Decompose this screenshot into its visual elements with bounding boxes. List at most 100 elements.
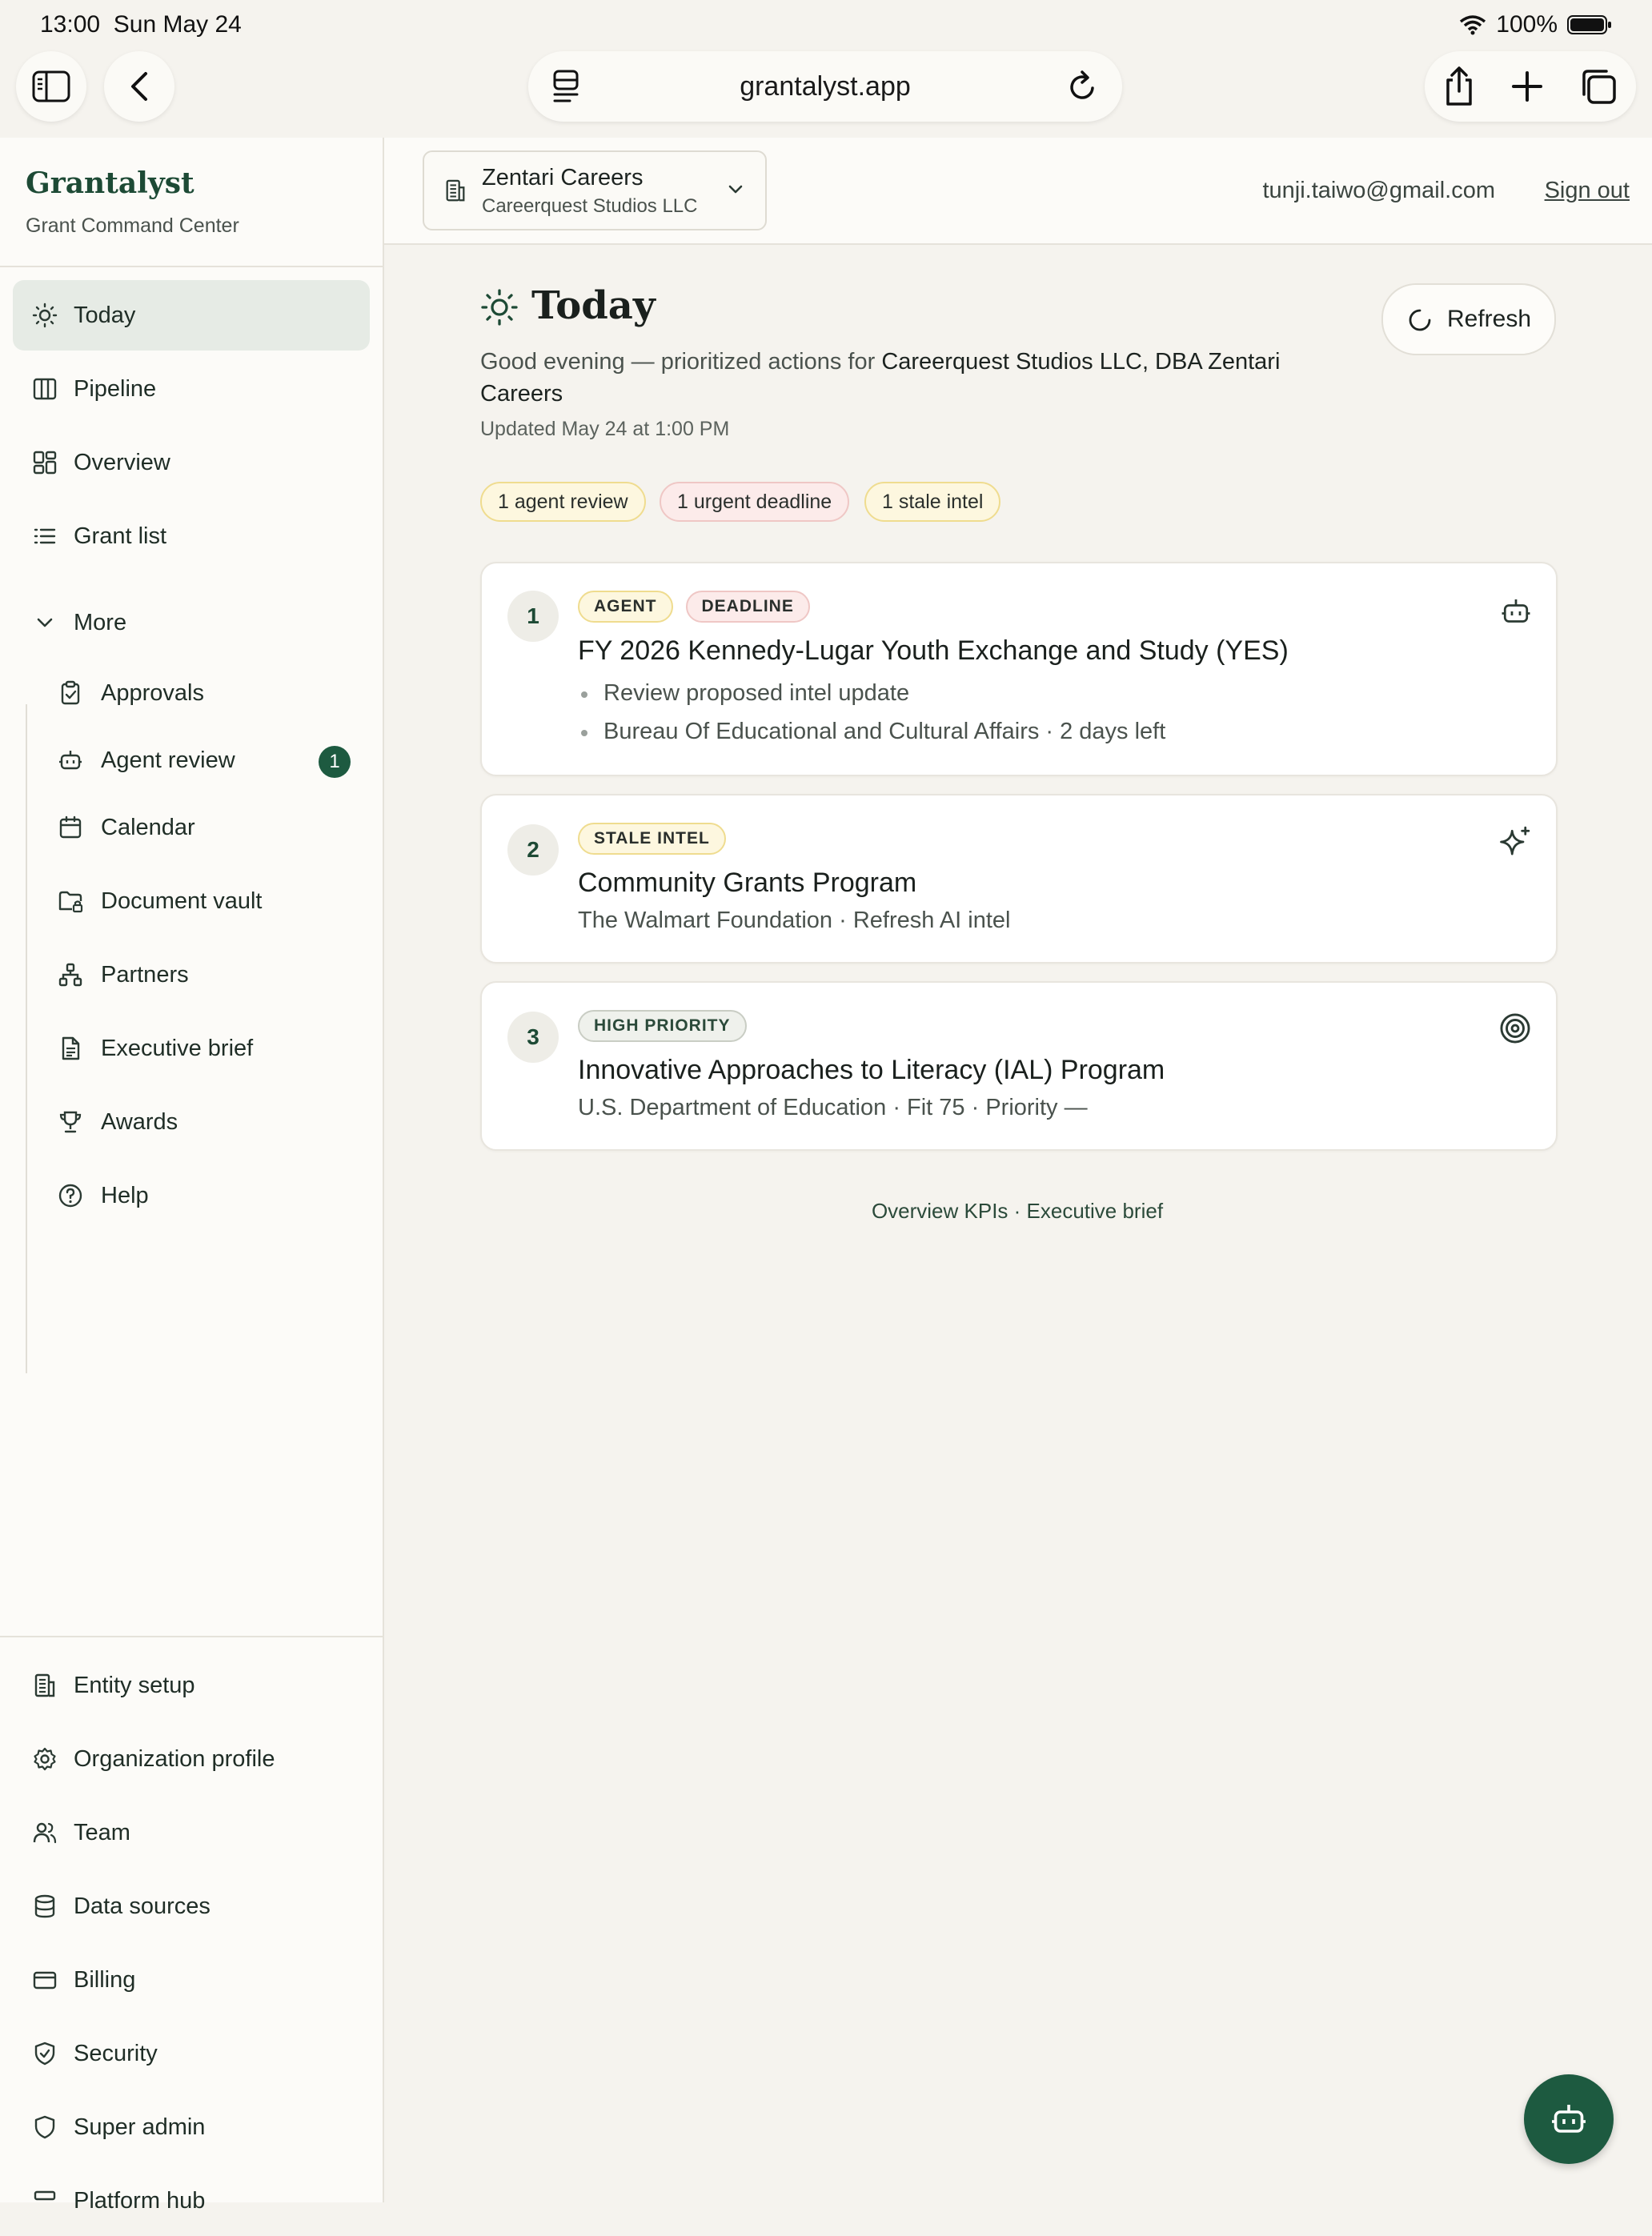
battery-icon bbox=[1567, 15, 1611, 34]
sidebar-item-team[interactable]: Team bbox=[13, 1797, 370, 1868]
action-title[interactable]: Community Grants Program bbox=[578, 868, 916, 899]
sidebar-item-document-vault[interactable]: Document vault bbox=[13, 866, 370, 936]
sidebar-item-organization-profile[interactable]: Organization profile bbox=[13, 1724, 370, 1794]
sidebar-item-security[interactable]: Security bbox=[13, 2018, 370, 2089]
share-icon[interactable] bbox=[1443, 66, 1475, 107]
bot-icon bbox=[1502, 599, 1530, 623]
action-card[interactable]: 3 HIGH PRIORITY Innovative Approaches to… bbox=[480, 981, 1558, 1151]
action-detail: Review proposed intel update bbox=[603, 680, 910, 706]
wifi-icon bbox=[1460, 15, 1486, 35]
reload-icon[interactable] bbox=[1066, 69, 1098, 104]
action-card[interactable]: 1 AGENT DEADLINE FY 2026 Kennedy-Lugar Y… bbox=[480, 562, 1558, 776]
sidebar-icon bbox=[32, 70, 70, 102]
sidebar-item-entity-setup[interactable]: Entity setup bbox=[13, 1650, 370, 1721]
sidebar-item-label: Super admin bbox=[74, 2114, 206, 2140]
assistant-fab-button[interactable] bbox=[1524, 2074, 1614, 2164]
sidebar-item-label: Today bbox=[74, 302, 136, 328]
sign-out-link[interactable]: Sign out bbox=[1545, 178, 1630, 204]
brand-logo[interactable]: Grantalyst bbox=[26, 166, 194, 200]
folder-lock-icon bbox=[58, 891, 83, 913]
status-time: 13:00 Sun May 24 bbox=[40, 11, 242, 38]
sidebar-item-agent-review[interactable]: Agent review 1 bbox=[13, 725, 370, 795]
browser-toolbar: grantalyst.app bbox=[0, 51, 1652, 138]
chevron-left-icon bbox=[131, 72, 147, 101]
database-icon bbox=[34, 1894, 55, 1918]
footer-links[interactable]: Overview KPIs · Executive brief bbox=[480, 1199, 1554, 1224]
sidebar-item-label: Billing bbox=[74, 1966, 136, 1993]
greeting-prefix: Good evening — prioritized actions for bbox=[480, 349, 882, 375]
server-icon bbox=[34, 2190, 56, 2201]
sidebar-toggle-button[interactable] bbox=[16, 51, 86, 122]
tag-agent: AGENT bbox=[578, 591, 673, 623]
sidebar-item-label: Approvals bbox=[101, 679, 204, 706]
sidebar-item-label: Document vault bbox=[101, 888, 263, 914]
bot-icon bbox=[59, 751, 82, 770]
page-menu-icon[interactable] bbox=[552, 69, 579, 104]
battery-percent: 100% bbox=[1496, 11, 1558, 38]
status-indicators: 100% bbox=[1459, 11, 1612, 38]
action-rank: 2 bbox=[507, 824, 559, 876]
sidebar-item-label: Awards bbox=[101, 1108, 178, 1135]
building-icon bbox=[34, 1673, 55, 1697]
sun-icon bbox=[32, 303, 58, 328]
list-icon bbox=[34, 528, 56, 544]
sidebar-item-label: Entity setup bbox=[74, 1672, 195, 1698]
action-title[interactable]: FY 2026 Kennedy-Lugar Youth Exchange and… bbox=[578, 635, 1289, 667]
sidebar-item-awards[interactable]: Awards bbox=[13, 1087, 370, 1157]
summary-chip-agent-review[interactable]: 1 agent review bbox=[480, 482, 646, 522]
sidebar-item-label: Partners bbox=[101, 961, 189, 988]
sidebar-item-help[interactable]: Help bbox=[13, 1160, 370, 1231]
sidebar-item-platform-hub[interactable]: Platform hub bbox=[13, 2166, 370, 2236]
sidebar: Grantalyst Grant Command Center Today Pi… bbox=[0, 138, 384, 2214]
sidebar-item-label: Pipeline bbox=[74, 375, 157, 402]
sidebar-item-label: Organization profile bbox=[74, 1745, 275, 1772]
organization-name: Zentari Careers bbox=[482, 165, 644, 190]
sidebar-item-billing[interactable]: Billing bbox=[13, 1945, 370, 2015]
refresh-button[interactable]: Refresh bbox=[1381, 283, 1556, 355]
gear-icon bbox=[34, 1747, 56, 1771]
greeting-text: Good evening — prioritized actions for C… bbox=[480, 346, 1329, 410]
user-email: tunji.taiwo@gmail.com bbox=[1262, 178, 1495, 203]
organization-switcher[interactable]: Zentari Careers Careerquest Studios LLC bbox=[423, 150, 767, 230]
target-icon bbox=[1500, 1013, 1530, 1044]
brand-subtitle: Grant Command Center bbox=[26, 214, 239, 237]
sidebar-more-label: More bbox=[74, 609, 127, 635]
action-card[interactable]: 2 STALE INTEL Community Grants Program T… bbox=[480, 794, 1558, 964]
bullet-dot bbox=[581, 691, 587, 698]
sidebar-item-overview[interactable]: Overview bbox=[13, 427, 370, 498]
sidebar-item-calendar[interactable]: Calendar bbox=[13, 792, 370, 863]
summary-chip-stale-intel[interactable]: 1 stale intel bbox=[864, 482, 1001, 522]
sidebar-item-pipeline[interactable]: Pipeline bbox=[13, 354, 370, 424]
summary-chip-urgent-deadline[interactable]: 1 urgent deadline bbox=[660, 482, 850, 522]
shield-icon bbox=[34, 2115, 55, 2139]
address-bar[interactable]: grantalyst.app bbox=[528, 51, 1122, 122]
sidebar-item-label: Executive brief bbox=[101, 1035, 254, 1061]
users-icon bbox=[33, 1822, 57, 1844]
sidebar-item-grant-list[interactable]: Grant list bbox=[13, 501, 370, 571]
shield-check-icon bbox=[34, 2042, 55, 2066]
sidebar-item-super-admin[interactable]: Super admin bbox=[13, 2092, 370, 2162]
url-text: grantalyst.app bbox=[740, 70, 911, 102]
sidebar-item-partners[interactable]: Partners bbox=[13, 940, 370, 1010]
action-subtitle: The Walmart Foundation · Refresh AI inte… bbox=[578, 908, 1011, 933]
action-title[interactable]: Innovative Approaches to Literacy (IAL) … bbox=[578, 1055, 1165, 1086]
sidebar-item-data-sources[interactable]: Data sources bbox=[13, 1871, 370, 1941]
refresh-label: Refresh bbox=[1447, 306, 1532, 332]
organization-legal-name: Careerquest Studios LLC bbox=[482, 195, 698, 217]
help-circle-icon bbox=[58, 1184, 82, 1208]
status-clock: 13:00 bbox=[40, 11, 101, 38]
network-icon bbox=[58, 963, 82, 987]
action-tags: STALE INTEL bbox=[578, 823, 726, 855]
sun-icon bbox=[481, 289, 518, 326]
chevron-down-icon bbox=[728, 185, 743, 194]
sidebar-item-label: Data sources bbox=[74, 1893, 211, 1919]
chevron-down-icon bbox=[37, 618, 53, 627]
sidebar-more-toggle[interactable]: More bbox=[13, 587, 370, 658]
back-button[interactable] bbox=[104, 51, 174, 122]
tabs-overview-icon[interactable] bbox=[1579, 67, 1618, 106]
sidebar-item-today[interactable]: Today bbox=[13, 280, 370, 351]
sidebar-item-label: Calendar bbox=[101, 814, 195, 840]
new-tab-icon[interactable] bbox=[1511, 70, 1543, 102]
sidebar-item-approvals[interactable]: Approvals bbox=[13, 658, 370, 728]
sidebar-item-executive-brief[interactable]: Executive brief bbox=[13, 1013, 370, 1084]
